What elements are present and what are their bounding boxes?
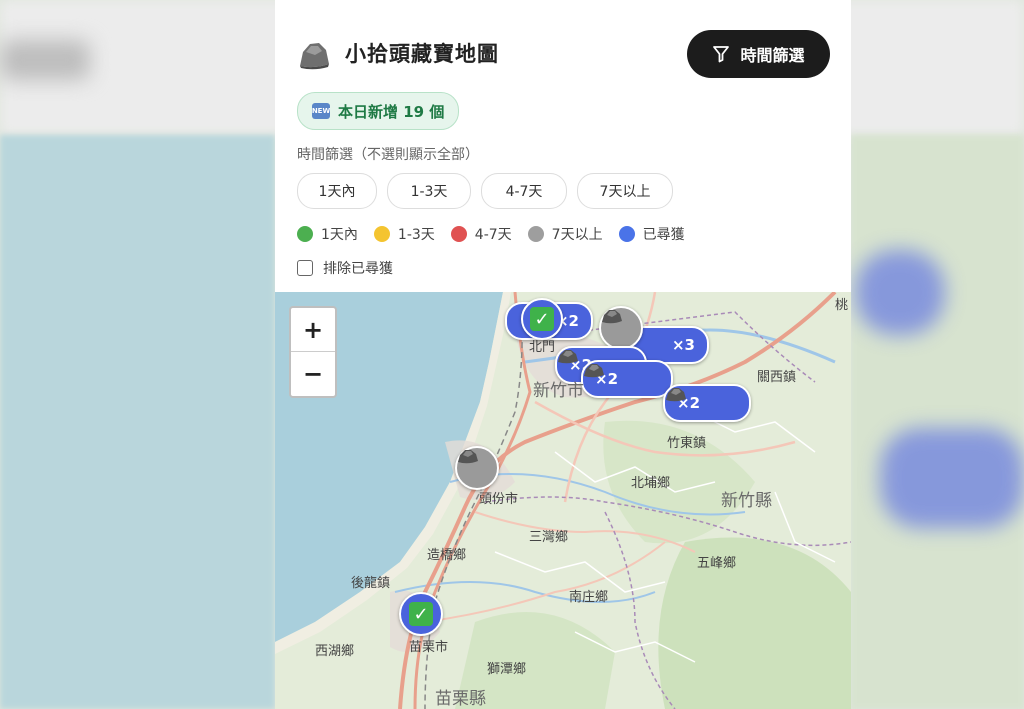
place-label-miaoli-city: 苗栗市: [409, 640, 449, 655]
place-label-nanzhuang: 南庄鄉: [569, 590, 609, 605]
legend-dot-yellow: [373, 226, 390, 242]
legend-item-1-3days: 1-3天: [373, 224, 435, 244]
place-label-hsinchu-county: 新竹縣: [721, 491, 772, 511]
legend-item-1day: 1天內: [297, 224, 358, 244]
place-label-zaoqiao: 造橋鄉: [427, 548, 467, 563]
time-filter-chip-1day[interactable]: 1天內: [297, 173, 377, 209]
time-filter-chips: 1天內 1-3天 4-7天 7天以上: [297, 173, 673, 209]
background-sea: [0, 135, 275, 709]
place-label-miaoli-county: 苗栗縣: [435, 689, 486, 709]
time-filter-button[interactable]: 時間篩選: [687, 30, 830, 78]
color-legend: 1天內 1-3天 4-7天 7天以上 已尋獲: [297, 224, 701, 244]
place-label-xihu: 西湖鄉: [315, 644, 355, 659]
map-view[interactable]: + − 桃 北門 新竹市 關西鎮 竹東鎮 北埔鄉 新竹縣 頭份市 三灣鄉 造橋鄉…: [275, 292, 851, 709]
time-filter-section-label: 時間篩選（不選則顯示全部）: [297, 147, 479, 163]
app-title: 小拾頭藏寶地圖: [345, 42, 499, 66]
rock-icon: [300, 43, 329, 70]
legend-item-7plus-days: 7天以上: [527, 224, 603, 244]
place-label-hsinchu-city: 新竹市: [533, 381, 584, 401]
control-panel: 小拾頭藏寶地圖 時間篩選 NEW 本日新增 19 個 時間篩選（不選則顯示全部）…: [275, 0, 851, 292]
cluster-count: ×3: [671, 336, 695, 354]
rock-icon: [558, 350, 578, 364]
background-marker-blob: [855, 250, 945, 335]
time-filter-chip-4-7days[interactable]: 4-7天: [481, 173, 567, 209]
background-blur-text: [0, 40, 90, 80]
zoom-in-button[interactable]: +: [291, 308, 335, 352]
found-marker[interactable]: ✓: [521, 298, 563, 340]
legend-dot-green: [297, 226, 313, 242]
place-label-taoyuan: 桃: [835, 298, 849, 313]
legend-item-4-7days: 4-7天: [450, 224, 512, 244]
place-label-zhudong: 竹東鎮: [667, 436, 707, 451]
treasure-marker-7plus-days[interactable]: [599, 306, 643, 350]
found-marker[interactable]: ✓: [399, 592, 443, 636]
place-label-houlong: 後龍鎮: [351, 576, 391, 591]
background-marker-blob: [880, 428, 1024, 528]
time-filter-chip-1-3days[interactable]: 1-3天: [387, 173, 471, 209]
today-new-badge-label: 本日新增 19 個: [338, 102, 445, 121]
exclude-found-label: 排除已尋獲: [323, 261, 393, 277]
cluster-marker-found[interactable]: ×2: [581, 360, 673, 398]
time-filter-chip-7plus-days[interactable]: 7天以上: [577, 173, 673, 209]
place-label-shitan: 獅潭鄉: [487, 662, 527, 677]
treasure-marker-7plus-days[interactable]: [455, 446, 499, 490]
place-label-wufeng: 五峰鄉: [697, 556, 737, 571]
today-new-badge: NEW 本日新增 19 個: [297, 92, 460, 130]
check-icon: ✓: [409, 602, 433, 626]
legend-label: 1-3天: [397, 227, 435, 243]
legend-dot-blue: [618, 226, 635, 242]
place-label-toufen: 頭份市: [479, 492, 519, 507]
treasure-map-app: 小拾頭藏寶地圖 時間篩選 NEW 本日新增 19 個 時間篩選（不選則顯示全部）…: [275, 0, 851, 709]
place-label-beipu: 北埔鄉: [631, 476, 671, 491]
place-label-sanwan: 三灣鄉: [529, 530, 569, 545]
legend-label: 7天以上: [551, 227, 603, 243]
new-icon: NEW: [312, 103, 330, 119]
legend-label: 1天內: [321, 227, 358, 243]
check-icon: ✓: [530, 307, 554, 331]
exclude-found-option[interactable]: 排除已尋獲: [297, 258, 393, 278]
rock-icon: [602, 310, 622, 324]
legend-label: 已尋獲: [642, 227, 685, 243]
legend-dot-gray: [527, 226, 544, 242]
legend-dot-red: [450, 226, 467, 242]
background-land: [851, 135, 1024, 709]
time-filter-button-label: 時間篩選: [740, 46, 805, 65]
exclude-found-checkbox[interactable]: [297, 260, 313, 276]
rock-icon: [584, 364, 604, 378]
legend-label: 4-7天: [474, 227, 512, 243]
rock-icon: [458, 450, 478, 464]
place-label-guanxi: 關西鎮: [757, 370, 797, 385]
zoom-out-button[interactable]: −: [291, 352, 335, 395]
rock-icon: [666, 388, 686, 402]
zoom-control: + −: [289, 306, 337, 398]
cluster-marker-found[interactable]: ×2: [663, 384, 751, 422]
filter-funnel-icon: [713, 46, 730, 63]
legend-item-found: 已尋獲: [618, 224, 685, 244]
